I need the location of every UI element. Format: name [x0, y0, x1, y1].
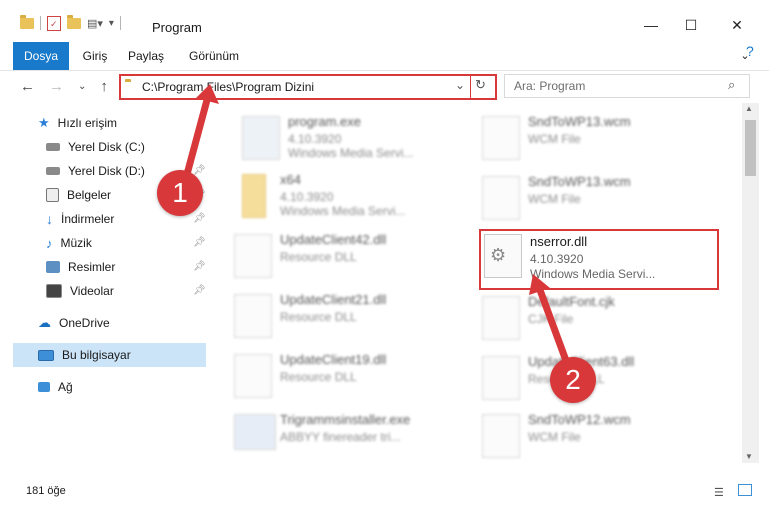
arrow-head-1: [196, 84, 219, 104]
arrow-line-2: [536, 286, 572, 370]
annotation-arrows: [182, 84, 572, 370]
step-badge-1: 1: [157, 170, 203, 216]
step-badge-2: 2: [550, 357, 596, 403]
arrow-line-1: [182, 96, 211, 182]
